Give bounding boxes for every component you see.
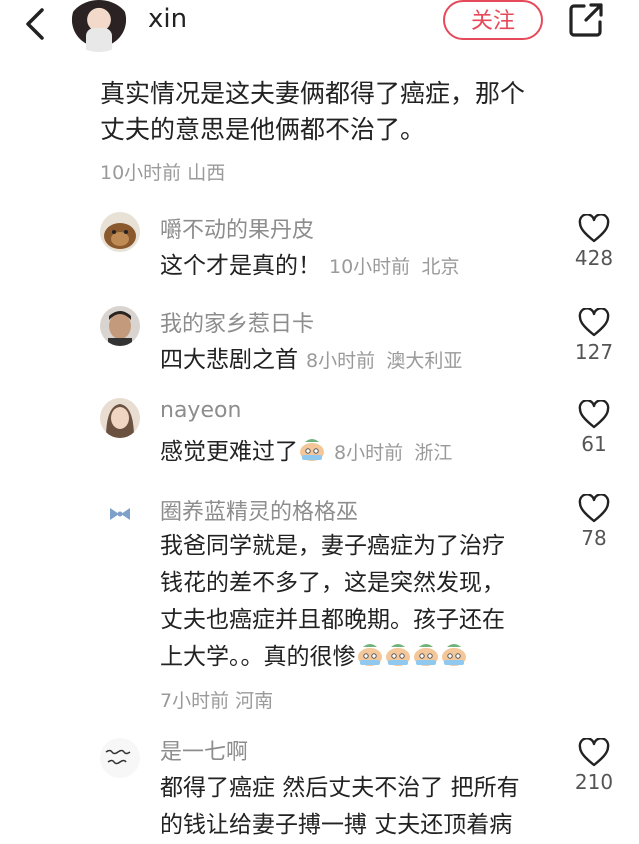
comment-body: 感觉更难过了 8小时前 浙江 (160, 434, 580, 472)
follow-button[interactable]: 关注 (443, 0, 543, 40)
top-bar: xin 关注 (0, 0, 639, 60)
post-text-line: 真实情况是这夫妻俩都得了癌症，那个 (100, 79, 526, 108)
chevron-left-icon (26, 8, 44, 40)
comment-text: 这个才是真的！ (160, 253, 321, 279)
avatar[interactable] (100, 738, 140, 778)
avatar-image (100, 494, 140, 534)
author-name[interactable]: xin (148, 4, 187, 34)
share-button[interactable] (566, 0, 606, 40)
comment-body: 我爸同学就是，妻子癌症为了治疗 钱花的差不多了，这是突然发现， 丈夫也癌症并且都… (160, 528, 580, 676)
like-button[interactable]: 428 (572, 214, 616, 270)
back-button[interactable] (18, 6, 54, 42)
like-count: 210 (574, 770, 614, 794)
post-meta: 10小时前 山西 (100, 158, 225, 185)
avatar[interactable] (100, 494, 140, 534)
comment-time: 7小时前 (160, 690, 230, 712)
crying-emoji-icon (413, 642, 439, 666)
avatar[interactable] (100, 212, 140, 252)
heart-outline-icon (578, 214, 610, 243)
like-count: 78 (581, 526, 607, 550)
comment-text-line: 都得了癌症 然后丈夫不治了 把所有 (160, 775, 520, 801)
like-button[interactable]: 61 (572, 400, 616, 456)
post-location: 山西 (187, 162, 226, 184)
comment-location: 河南 (235, 690, 274, 712)
share-icon (569, 3, 603, 37)
crying-emoji-icon (441, 642, 467, 666)
like-button[interactable]: 127 (572, 308, 616, 364)
heart-outline-icon (578, 738, 610, 767)
comment-location: 浙江 (414, 442, 453, 464)
crying-emoji-icon (357, 642, 383, 666)
comment-text-line: 的钱让给妻子搏一搏 丈夫还顶着病 (160, 812, 513, 838)
like-button[interactable]: 78 (572, 494, 616, 550)
avatar[interactable] (100, 306, 140, 346)
comment-text: 感觉更难过了 (160, 439, 298, 465)
comment-text-line: 钱花的差不多了，这是突然发现， (160, 570, 505, 596)
comment-time: 8小时前 (334, 442, 404, 464)
avatar-image (100, 306, 140, 346)
like-count: 61 (581, 432, 607, 456)
heart-outline-icon (578, 400, 610, 429)
comment-text-line: 我爸同学就是，妻子癌症为了治疗 (160, 533, 505, 559)
comment-author[interactable]: nayeon (160, 398, 241, 423)
heart-outline-icon (578, 494, 610, 523)
comment-author[interactable]: 嚼不动的果丹皮 (160, 212, 314, 244)
crying-emoji-icon (299, 437, 325, 461)
avatar-image (100, 212, 140, 252)
comment-body: 四大悲剧之首 8小时前 澳大利亚 (160, 342, 580, 380)
avatar-image (100, 398, 140, 438)
post-text: 真实情况是这夫妻俩都得了癌症，那个 丈夫的意思是他俩都不治了。 (100, 76, 560, 148)
comment-text-line: 上大学。。真的很惨 (160, 644, 356, 670)
comment-meta: 7小时前 河南 (160, 686, 273, 713)
author-avatar[interactable] (68, 0, 130, 52)
comment-body: 都得了癌症 然后丈夫不治了 把所有 的钱让给妻子搏一搏 丈夫还顶着病 (160, 770, 580, 844)
comment-author[interactable]: 我的家乡惹日卡 (160, 306, 314, 338)
comment-body: 这个才是真的！ 10小时前 北京 (160, 248, 580, 286)
like-button[interactable]: 210 (572, 738, 616, 794)
comment-text: 四大悲剧之首 (160, 347, 298, 373)
heart-outline-icon (578, 308, 610, 337)
avatar[interactable] (100, 398, 140, 438)
post-time: 10小时前 (100, 162, 182, 184)
like-count: 428 (574, 246, 614, 270)
post-text-line: 丈夫的意思是他俩都不治了。 (100, 115, 426, 144)
comment-location: 澳大利亚 (386, 350, 463, 372)
comment-location: 北京 (421, 256, 460, 278)
comment-author[interactable]: 是一七啊 (160, 734, 248, 766)
comment-author[interactable]: 圈养蓝精灵的格格巫 (160, 494, 358, 526)
comment-time: 8小时前 (306, 350, 376, 372)
comment-text-line: 丈夫也癌症并且都晚期。孩子还在 (160, 607, 505, 633)
comment-time: 10小时前 (329, 256, 411, 278)
crying-emoji-icon (385, 642, 411, 666)
avatar-image (100, 738, 140, 778)
like-count: 127 (574, 340, 614, 364)
